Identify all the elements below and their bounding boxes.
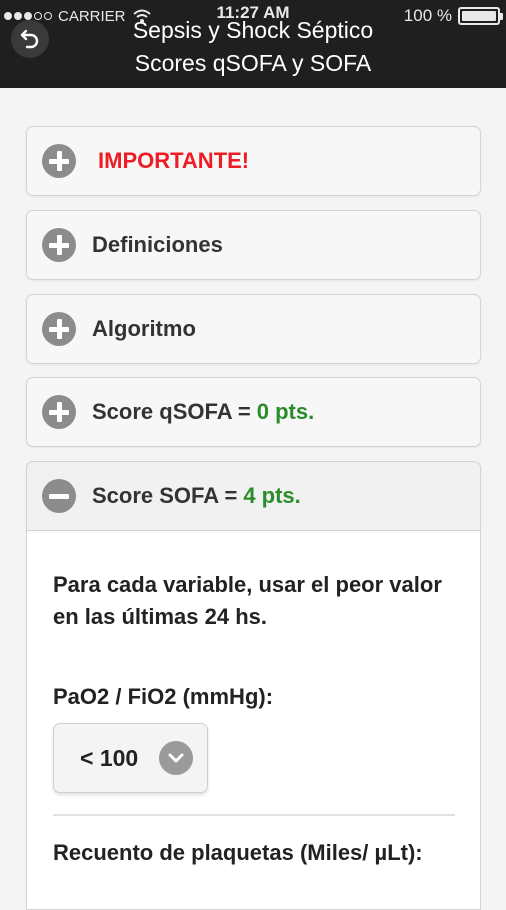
chevron-down-icon bbox=[159, 741, 193, 775]
pao2-select-value: < 100 bbox=[80, 744, 139, 771]
accordion-label: Definiciones bbox=[92, 232, 223, 257]
back-button[interactable] bbox=[11, 20, 49, 58]
app-header: CARRIER 11:27 AM 100 % Sepsis y Shock Sé… bbox=[0, 0, 506, 88]
plus-circle-icon bbox=[42, 312, 76, 346]
plus-circle-icon bbox=[42, 395, 76, 429]
accordion-label: Score SOFA = 4 pts. bbox=[92, 483, 301, 509]
qsofa-points: 0 pts. bbox=[256, 399, 315, 424]
sofa-label: Score SOFA = bbox=[92, 483, 238, 508]
page-title-line1: Sepsis y Shock Séptico bbox=[132, 17, 374, 43]
page-title-line2: Scores qSOFA y SOFA bbox=[134, 50, 372, 76]
pao2-select[interactable]: < 100 bbox=[53, 723, 208, 793]
sofa-instruction: Para cada variable, usar el peor valor e… bbox=[53, 572, 442, 629]
accordion-score-qsofa[interactable]: Score qSOFA = 0 pts. bbox=[26, 377, 481, 447]
back-arrow-icon bbox=[20, 29, 39, 49]
plus-circle-icon bbox=[42, 144, 76, 178]
battery-icon bbox=[458, 7, 503, 25]
plus-circle-icon bbox=[42, 228, 76, 262]
accordion-label: IMPORTANTE! bbox=[98, 148, 250, 173]
pao2-label: PaO2 / FiO2 (mmHg): bbox=[53, 684, 274, 709]
qsofa-label: Score qSOFA = bbox=[92, 399, 251, 424]
minus-circle-icon bbox=[42, 479, 76, 513]
sofa-points: 4 pts. bbox=[243, 483, 301, 508]
accordion-score-sofa[interactable]: Score SOFA = 4 pts. bbox=[26, 461, 481, 531]
page-title: Sepsis y Shock Séptico Scores qSOFA y SO… bbox=[60, 14, 446, 80]
accordion-label: Score qSOFA = 0 pts. bbox=[92, 399, 314, 425]
accordion-label: Algoritmo bbox=[92, 316, 196, 341]
accordion-definiciones[interactable]: Definiciones bbox=[26, 210, 481, 280]
accordion-algoritmo[interactable]: Algoritmo bbox=[26, 294, 481, 364]
divider bbox=[53, 814, 455, 816]
accordion-importante[interactable]: IMPORTANTE! bbox=[26, 126, 481, 196]
platelets-label: Recuento de plaquetas (Miles/ µLt): bbox=[53, 840, 423, 865]
